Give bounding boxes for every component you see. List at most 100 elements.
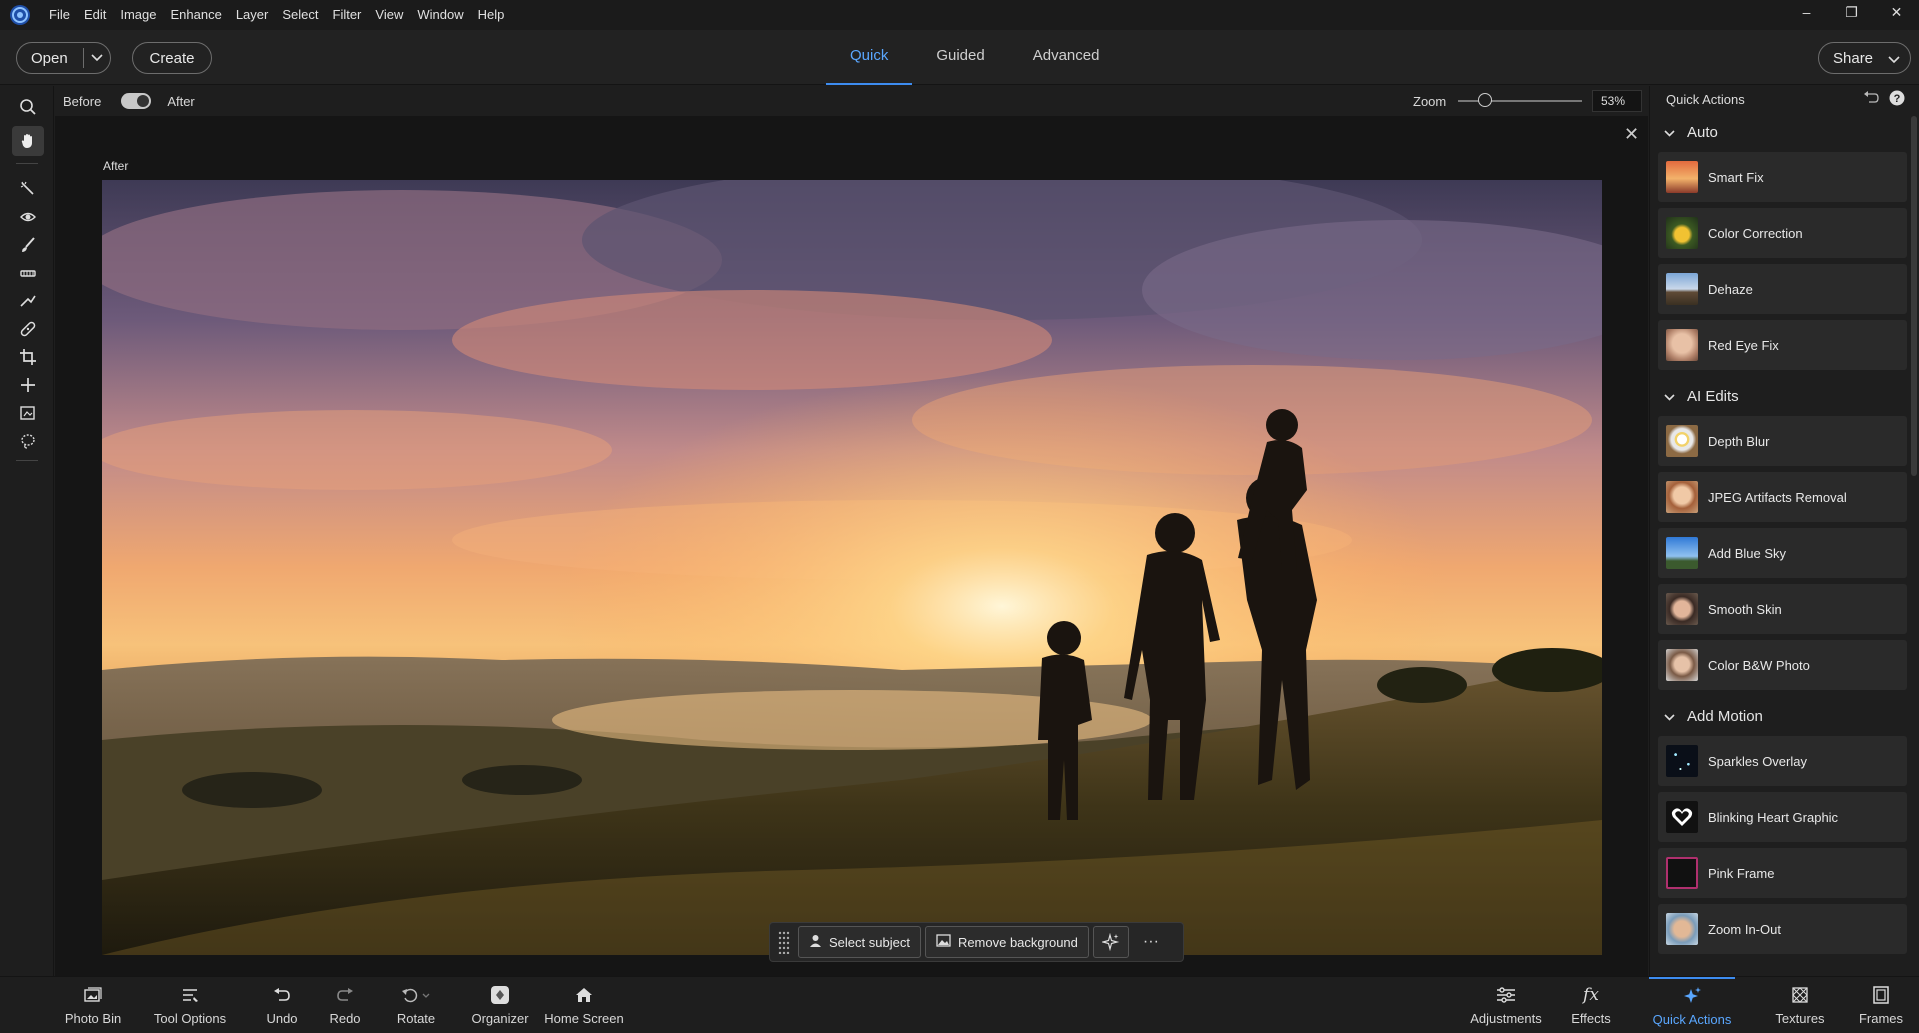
home-icon bbox=[575, 985, 593, 1005]
menu-filter[interactable]: Filter bbox=[326, 0, 369, 30]
reset-icon[interactable] bbox=[1863, 90, 1879, 109]
dehaze-thumbnail bbox=[1666, 273, 1698, 305]
qa-label: Blinking Heart Graphic bbox=[1708, 809, 1839, 825]
menu-file[interactable]: File bbox=[42, 0, 77, 30]
qa-pink-frame[interactable]: Pink Frame bbox=[1658, 848, 1907, 898]
menu-image[interactable]: Image bbox=[113, 0, 163, 30]
menu-view[interactable]: View bbox=[368, 0, 410, 30]
tab-advanced[interactable]: Advanced bbox=[1009, 30, 1124, 85]
qa-depth-blur[interactable]: Depth Blur bbox=[1658, 416, 1907, 466]
qa-blinking-heart-graphic[interactable]: Blinking Heart Graphic bbox=[1658, 792, 1907, 842]
smooth-skin-thumbnail bbox=[1666, 593, 1698, 625]
close-image-button[interactable]: ✕ bbox=[1624, 124, 1639, 145]
close-window-button[interactable]: ✕ bbox=[1874, 0, 1919, 24]
tool-options-icon bbox=[181, 985, 199, 1005]
tool-options-button[interactable]: Tool Options bbox=[150, 977, 230, 1033]
section-add-motion[interactable]: Add Motion bbox=[1650, 696, 1919, 736]
canvas-area: Before After Zoom 53% ✕ After bbox=[55, 86, 1648, 976]
chevron-down-icon[interactable] bbox=[84, 54, 110, 62]
select-subject-button[interactable]: Select subject bbox=[798, 926, 921, 958]
eye-tool-icon[interactable] bbox=[12, 202, 44, 232]
restore-button[interactable]: ❐ bbox=[1829, 0, 1874, 24]
zoom-slider-track[interactable] bbox=[1458, 100, 1582, 102]
organizer-button[interactable]: Organizer bbox=[468, 977, 532, 1033]
textures-button[interactable]: Textures bbox=[1770, 977, 1830, 1033]
brush-tool-icon[interactable] bbox=[12, 230, 44, 260]
zoom-tool-icon[interactable] bbox=[12, 92, 44, 122]
quick-actions-panel: Quick Actions ? Auto Smart Fix Color Cor… bbox=[1649, 86, 1919, 976]
app-logo-icon[interactable] bbox=[6, 1, 34, 29]
remove-background-button[interactable]: Remove background bbox=[924, 926, 1089, 958]
redo-icon bbox=[336, 985, 354, 1005]
frames-icon bbox=[1873, 985, 1889, 1005]
drag-grip-icon[interactable] bbox=[774, 926, 794, 958]
qa-zoom-in-out[interactable]: Zoom In-Out bbox=[1658, 904, 1907, 954]
qa-label: Add Blue Sky bbox=[1708, 545, 1787, 561]
redo-button[interactable]: Redo bbox=[325, 977, 365, 1033]
qa-label: Color Correction bbox=[1708, 225, 1803, 241]
qa-jpeg-artifacts-removal[interactable]: JPEG Artifacts Removal bbox=[1658, 472, 1907, 522]
frames-button[interactable]: Frames bbox=[1856, 977, 1906, 1033]
open-button[interactable]: Open bbox=[16, 42, 111, 74]
mode-tabs: Quick Guided Advanced bbox=[826, 30, 1123, 85]
effects-button[interactable]: fx Effects bbox=[1566, 977, 1616, 1033]
whiten-teeth-tool-icon[interactable] bbox=[12, 258, 44, 288]
photo-bin-button[interactable]: Photo Bin bbox=[62, 977, 124, 1033]
tab-quick[interactable]: Quick bbox=[826, 30, 913, 85]
tab-guided[interactable]: Guided bbox=[912, 30, 1008, 85]
menu-enhance[interactable]: Enhance bbox=[164, 0, 229, 30]
qa-smooth-skin[interactable]: Smooth Skin bbox=[1658, 584, 1907, 634]
ai-sparkle-icon[interactable] bbox=[1092, 926, 1129, 958]
home-screen-button[interactable]: Home Screen bbox=[542, 977, 626, 1033]
straighten-tool-icon[interactable] bbox=[12, 286, 44, 316]
share-button[interactable]: Share bbox=[1818, 42, 1911, 74]
qa-label: Smooth Skin bbox=[1708, 601, 1782, 617]
help-icon[interactable]: ? bbox=[1889, 90, 1905, 109]
undo-button[interactable]: Undo bbox=[262, 977, 302, 1033]
lasso-tool-icon[interactable] bbox=[12, 426, 44, 456]
minimize-button[interactable]: – bbox=[1784, 0, 1829, 24]
move-tool-icon[interactable] bbox=[12, 370, 44, 400]
zoom-slider-thumb[interactable] bbox=[1478, 93, 1492, 107]
qa-smart-fix[interactable]: Smart Fix bbox=[1658, 152, 1907, 202]
menu-window[interactable]: Window bbox=[410, 0, 470, 30]
organizer-icon bbox=[490, 985, 510, 1005]
menu-layer[interactable]: Layer bbox=[229, 0, 276, 30]
menu-select[interactable]: Select bbox=[275, 0, 325, 30]
qa-sparkles-overlay[interactable]: Sparkles Overlay bbox=[1658, 736, 1907, 786]
panel-scrollbar[interactable] bbox=[1911, 116, 1917, 476]
section-ai-edits[interactable]: AI Edits bbox=[1650, 376, 1919, 416]
quick-actions-button[interactable]: Quick Actions bbox=[1649, 977, 1735, 1033]
qa-color-correction[interactable]: Color Correction bbox=[1658, 208, 1907, 258]
menu-help[interactable]: Help bbox=[471, 0, 512, 30]
qa-add-blue-sky[interactable]: Add Blue Sky bbox=[1658, 528, 1907, 578]
tool-divider bbox=[16, 163, 38, 164]
textures-label: Textures bbox=[1775, 1011, 1825, 1026]
crop-tool-icon[interactable] bbox=[12, 342, 44, 372]
menu-edit[interactable]: Edit bbox=[77, 0, 113, 30]
section-auto[interactable]: Auto bbox=[1650, 112, 1919, 152]
more-options-icon[interactable]: ··· bbox=[1133, 926, 1169, 958]
spot-healing-tool-icon[interactable] bbox=[12, 314, 44, 344]
fx-icon: fx bbox=[1583, 985, 1599, 1005]
sparkle-icon bbox=[1682, 986, 1702, 1006]
before-after-bar: Before After Zoom 53% bbox=[55, 86, 1648, 116]
recompose-tool-icon[interactable] bbox=[12, 398, 44, 428]
qa-red-eye-fix[interactable]: Red Eye Fix bbox=[1658, 320, 1907, 370]
adjustments-label: Adjustments bbox=[1470, 1011, 1542, 1026]
qa-dehaze[interactable]: Dehaze bbox=[1658, 264, 1907, 314]
adjustments-button[interactable]: Adjustments bbox=[1466, 977, 1546, 1033]
create-button[interactable]: Create bbox=[132, 42, 212, 74]
quick-selection-tool-icon[interactable] bbox=[12, 174, 44, 204]
heart-icon bbox=[1666, 801, 1698, 833]
qa-color-bw-photo[interactable]: Color B&W Photo bbox=[1658, 640, 1907, 690]
photo-canvas[interactable] bbox=[102, 180, 1602, 955]
zoom-value-field[interactable]: 53% bbox=[1592, 90, 1642, 112]
before-after-toggle[interactable] bbox=[121, 93, 152, 109]
share-button-label: Share bbox=[1833, 49, 1874, 67]
redo-label: Redo bbox=[329, 1011, 361, 1026]
qa-label: Color B&W Photo bbox=[1708, 657, 1810, 673]
hand-tool-icon[interactable] bbox=[12, 126, 44, 156]
open-button-label: Open bbox=[31, 49, 68, 67]
rotate-button[interactable]: Rotate bbox=[390, 977, 442, 1033]
